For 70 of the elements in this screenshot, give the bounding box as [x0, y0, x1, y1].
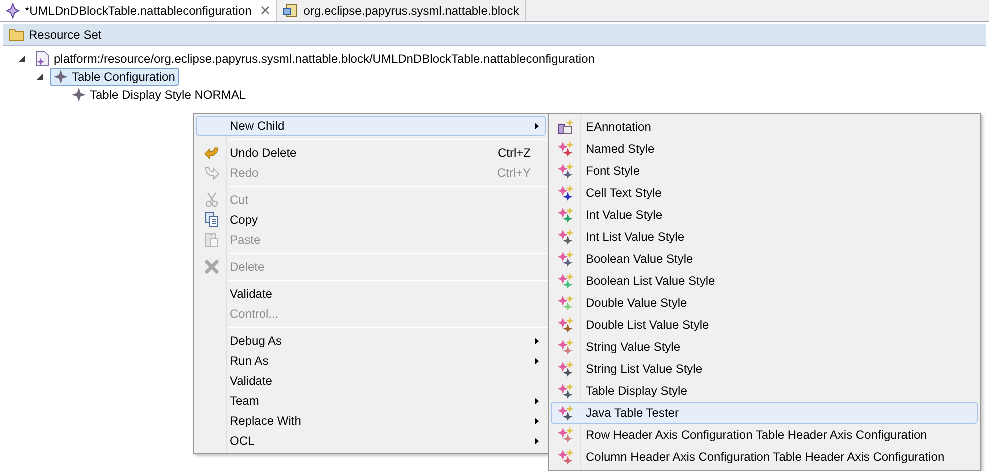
sparkle-icon	[558, 427, 574, 443]
submenu-arrow-icon	[535, 418, 539, 424]
undo-arrow-icon	[204, 146, 220, 160]
menu-item[interactable]: String List Value Style	[551, 358, 978, 380]
tree-item[interactable]: platform:/resource/org.eclipse.papyrus.sysml.nattable.block/UMLDnDBlockTable.nattableconfiguration	[32, 50, 599, 68]
submenu-arrow-icon	[535, 338, 539, 344]
menu-item[interactable]: Cell Text Style	[551, 182, 978, 204]
menu-item[interactable]: Java Table Tester	[551, 402, 978, 424]
x-icon	[205, 260, 219, 274]
sparkle-icon	[558, 273, 574, 289]
document-icon	[36, 51, 50, 67]
menu-item[interactable]: Row Header Axis Configuration Table Header Axis Configuration	[551, 424, 978, 446]
sparkle-icon	[558, 229, 574, 245]
sparkle-icon	[558, 339, 574, 355]
menu-item[interactable]: New Child	[196, 116, 546, 136]
copy-icon	[205, 212, 219, 228]
menu-item[interactable]: Named Style	[551, 138, 978, 160]
menu-item[interactable]: Team	[196, 391, 546, 411]
sparkle-icon	[558, 295, 574, 311]
menu-item[interactable]: Column Header Axis Configuration Table Header Axis Configuration	[551, 446, 978, 468]
menu-item[interactable]: EAnnotation	[551, 116, 978, 138]
diamond-icon	[54, 70, 68, 84]
menu-item[interactable]: Copy	[196, 210, 546, 230]
menu-item[interactable]: Double Value Style	[551, 292, 978, 314]
menu-item[interactable]: Validate	[196, 284, 546, 304]
menu-item[interactable]: Run As	[196, 351, 546, 371]
sparkle-icon	[558, 361, 574, 377]
redo-arrow-icon	[204, 166, 220, 180]
menu-item[interactable]: Boolean List Value Style	[551, 270, 978, 292]
annotation-icon	[558, 119, 574, 135]
expanded-triangle-icon[interactable]	[18, 55, 26, 63]
sparkle-icon	[558, 251, 574, 267]
tree-item[interactable]: Table Configuration	[50, 68, 180, 86]
close-icon[interactable]	[260, 6, 270, 15]
clipboard-icon	[205, 232, 219, 248]
sparkle-icon	[558, 405, 574, 421]
menu-item[interactable]: Int Value Style	[551, 204, 978, 226]
sparkle-icon	[558, 207, 574, 223]
menu-item[interactable]: OCL	[196, 431, 546, 451]
sparkle-icon	[558, 163, 574, 179]
sparkle-icon	[6, 2, 20, 18]
editor-tab[interactable]: *UMLDnDBlockTable.nattableconfiguration	[0, 0, 277, 21]
menu-item[interactable]: Validate	[196, 371, 546, 391]
shortcut-label: Ctrl+Y	[497, 165, 531, 182]
package-icon	[282, 2, 299, 18]
menu-item[interactable]: Table Display Style	[551, 380, 978, 402]
menu-item[interactable]: Double List Value Style	[551, 314, 978, 336]
submenu-arrow-icon	[535, 438, 539, 444]
sparkle-icon	[558, 185, 574, 201]
sparkle-icon	[558, 383, 574, 399]
menu-item[interactable]: Boolean Value Style	[551, 248, 978, 270]
expanded-triangle-icon[interactable]	[36, 73, 44, 81]
menu-item[interactable]: Replace With	[196, 411, 546, 431]
diamond-icon	[72, 88, 86, 102]
tree-item[interactable]: Table Display Style NORMAL	[68, 86, 250, 104]
submenu-arrow-icon	[535, 398, 539, 404]
menu-item[interactable]: Font Style	[551, 160, 978, 182]
menu-item[interactable]: Int List Value Style	[551, 226, 978, 248]
submenu-arrow-icon	[535, 122, 539, 130]
folder-icon	[9, 28, 25, 42]
scissors-icon	[205, 192, 219, 208]
sparkle-icon	[558, 141, 574, 157]
menu-item[interactable]: Undo Delete Ctrl+Z	[196, 143, 546, 163]
shortcut-label: Ctrl+Z	[498, 145, 531, 162]
menu-item[interactable]: Debug As	[196, 331, 546, 351]
sparkle-icon	[558, 449, 574, 465]
sparkle-icon	[558, 317, 574, 333]
header-title: Resource Set	[29, 26, 102, 44]
menu-item[interactable]: String Value Style	[551, 336, 978, 358]
submenu-arrow-icon	[535, 358, 539, 364]
